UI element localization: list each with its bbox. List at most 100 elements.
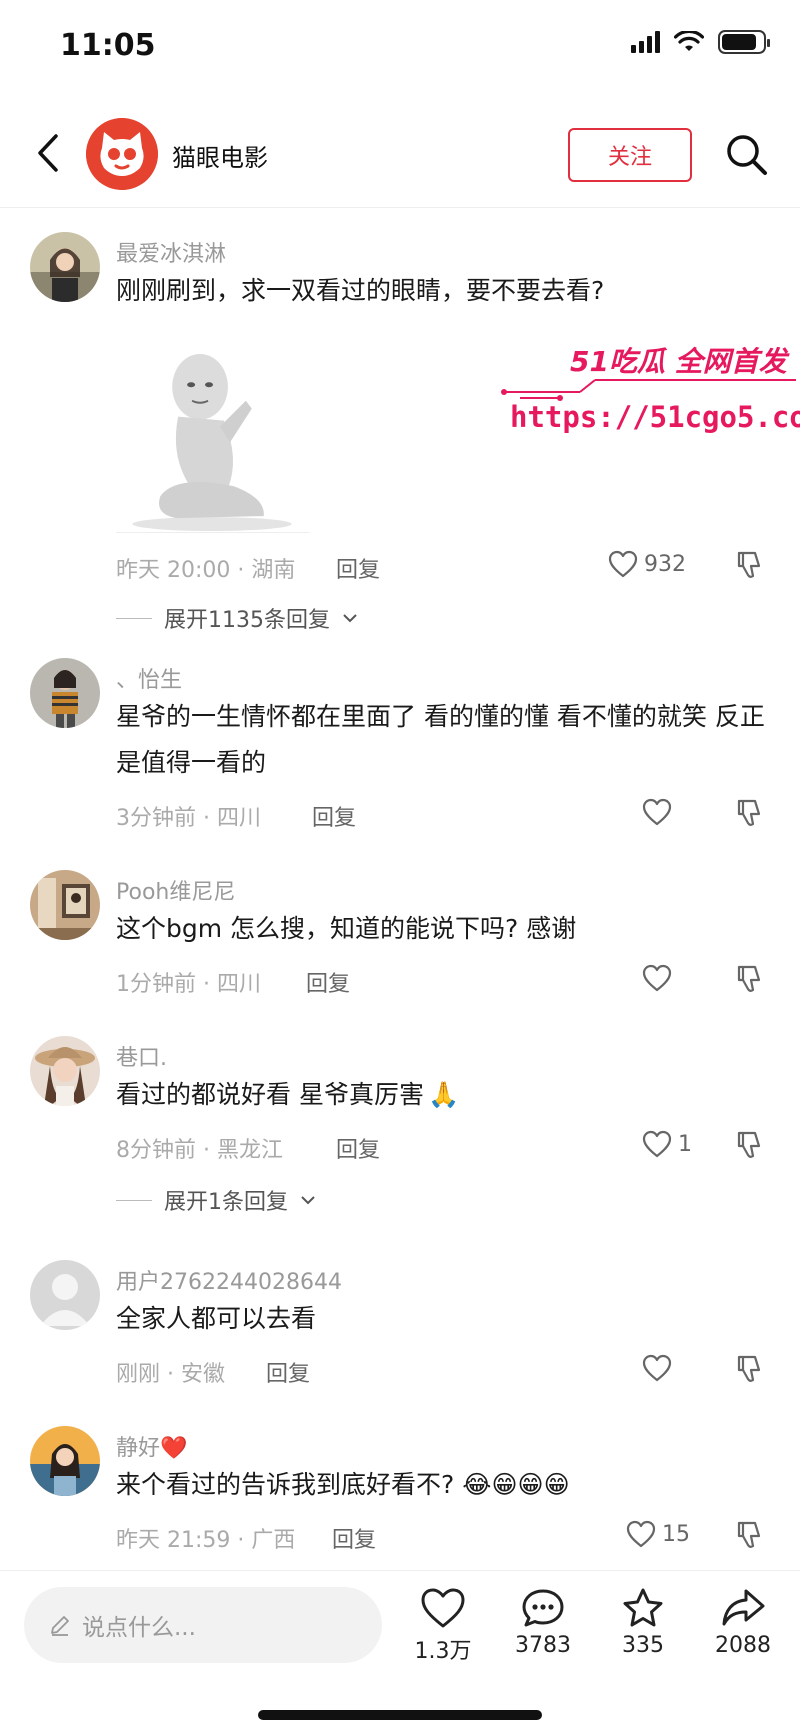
dislike-icon[interactable] [734, 1354, 764, 1384]
divider [116, 617, 152, 619]
comment-text-body: 来个看过的告诉我到底好看不? [116, 1470, 455, 1499]
status-time: 11:05 [60, 28, 156, 63]
comment-username[interactable]: 巷口. [116, 1040, 167, 1072]
reply-button[interactable]: 回复 [306, 966, 350, 998]
comment-username[interactable]: 最爱冰淇淋 [116, 236, 226, 268]
pencil-icon [51, 1616, 69, 1636]
reply-button[interactable]: 回复 [266, 1356, 310, 1388]
comment-meta: 1分钟前 · 四川 [116, 972, 261, 997]
like-button[interactable] [642, 798, 678, 826]
dislike-icon[interactable] [734, 1130, 764, 1160]
avatar[interactable] [30, 870, 100, 940]
comment-meta: 8分钟前 · 黑龙江 [116, 1138, 283, 1163]
home-indicator[interactable] [258, 1710, 542, 1720]
comment-username[interactable]: 静好❤️ [116, 1430, 187, 1462]
reply-button[interactable]: 回复 [336, 552, 380, 584]
battery-icon [718, 30, 770, 54]
back-arrow-icon[interactable] [28, 130, 68, 176]
red-heart-emoji: ❤️ [160, 1436, 188, 1461]
comment-meta: 昨天 21:59 · 广西 [116, 1528, 296, 1553]
avatar[interactable] [30, 658, 100, 728]
expand-replies-label: 展开1条回复 [164, 1190, 288, 1215]
share-action[interactable]: 2088 [698, 1587, 788, 1658]
like-button[interactable]: 15 [626, 1520, 690, 1548]
dislike-icon[interactable] [734, 1520, 764, 1550]
comment-bubble-icon [522, 1589, 564, 1627]
comment-meta: 3分钟前 · 四川 [116, 806, 261, 831]
avatar[interactable] [30, 1426, 100, 1496]
like-count: 1 [678, 1131, 692, 1157]
like-count: 932 [644, 551, 686, 577]
share-total: 2088 [715, 1633, 771, 1658]
comment-action[interactable]: 3783 [498, 1587, 588, 1658]
dislike-icon[interactable] [734, 550, 764, 580]
like-button[interactable] [642, 1354, 678, 1382]
comment-text: 这个bgm 怎么搜，知道的能说下吗? 感谢 [116, 914, 577, 943]
heart-icon [642, 798, 672, 826]
comment-username-text: 静好 [116, 1436, 161, 1461]
avatar[interactable] [30, 232, 100, 302]
comment-text: 刚刚刷到，求一双看过的眼睛，要不要去看? [116, 276, 605, 305]
chevron-down-icon [343, 614, 357, 623]
watermark-url: https://51cgo5.com [510, 400, 800, 434]
like-count: 15 [662, 1521, 690, 1547]
comment-username[interactable]: Pooh维尼尼 [116, 874, 235, 906]
like-button[interactable]: 932 [608, 550, 686, 578]
nav-header: 猫眼电影 关注 [0, 100, 800, 208]
comment-text: 看过的都说好看 星爷真厉害 🙏 [116, 1072, 766, 1118]
dislike-icon[interactable] [734, 964, 764, 994]
dislike-icon[interactable] [734, 798, 764, 828]
heart-icon [626, 1520, 656, 1548]
chevron-down-icon [301, 1196, 315, 1205]
comment-input-placeholder: 说点什么... [82, 1615, 196, 1641]
comment-meta: 昨天 20:00 · 湖南 [116, 558, 296, 583]
favorite-total: 335 [622, 1633, 664, 1658]
heart-icon [642, 1130, 672, 1158]
star-icon [623, 1588, 663, 1627]
expand-replies[interactable]: 展开1135条回复 [116, 602, 358, 634]
laughing-emoji-row: 😂😁😁😁 [462, 1470, 570, 1499]
comment-text: 全家人都可以去看 [116, 1304, 317, 1333]
like-total: 1.3万 [414, 1639, 472, 1664]
search-icon[interactable] [724, 132, 770, 178]
follow-button[interactable]: 关注 [568, 128, 692, 182]
heart-icon [642, 1354, 672, 1382]
favorite-action[interactable]: 335 [598, 1587, 688, 1658]
comment-text: 来个看过的告诉我到底好看不? 😂😁😁😁 [116, 1462, 766, 1508]
expand-replies-label: 展开1135条回复 [164, 608, 330, 633]
signal-icon [631, 31, 660, 53]
comment-username[interactable]: 用户2762244028644 [116, 1264, 342, 1296]
status-icons [631, 30, 770, 54]
comment-item: 用户2762244028644 全家人都可以去看 刚刚 · 安徽 回复 [0, 1260, 800, 1390]
comment-item: 、怡生 星爷的一生情怀都在里面了 看的懂的懂 看不懂的就笑 反正是值得一看的 3… [0, 658, 800, 831]
comment-total: 3783 [515, 1633, 571, 1658]
comment-text-body: 看过的都说好看 星爷真厉害 [116, 1080, 424, 1109]
reply-button[interactable]: 回复 [312, 800, 356, 832]
avatar[interactable] [30, 1260, 100, 1330]
like-button[interactable] [642, 964, 678, 992]
reply-button[interactable]: 回复 [336, 1132, 380, 1164]
like-button[interactable]: 1 [642, 1130, 692, 1158]
comment-input[interactable]: 说点什么... [24, 1587, 382, 1663]
expand-replies[interactable]: 展开1条回复 [116, 1184, 316, 1216]
watermark-line-1: 51吃瓜 全网首发 [570, 345, 787, 378]
reply-button[interactable]: 回复 [332, 1522, 376, 1554]
avatar[interactable] [30, 1036, 100, 1106]
wifi-icon [674, 31, 704, 51]
like-action[interactable]: 1.3万 [398, 1587, 488, 1665]
share-arrow-icon [722, 1589, 765, 1626]
channel-title[interactable]: 猫眼电影 [172, 138, 268, 173]
comment-username[interactable]: 、怡生 [116, 662, 182, 694]
heart-icon [642, 964, 672, 992]
status-bar: 11:05 [0, 0, 800, 100]
comment-meta: 刚刚 · 安徽 [116, 1362, 225, 1387]
divider [116, 1199, 152, 1201]
watermark: 51吃瓜 全网首发 https://51cgo5.com [500, 340, 800, 450]
maoyan-logo-icon[interactable] [86, 118, 158, 190]
comment-item: 巷口. 看过的都说好看 星爷真厉害 🙏 8分钟前 · 黑龙江 回复 1 展开1条回… [0, 1036, 800, 1236]
comment-item: 静好❤️ 来个看过的告诉我到底好看不? 😂😁😁😁 昨天 21:59 · 广西 回复… [0, 1426, 800, 1566]
praying-figure-sticker [116, 347, 309, 533]
bottom-action-bar: 说点什么... 1.3万 3783 335 2088 [0, 1570, 800, 1731]
heart-icon [608, 550, 638, 578]
praying-hands-emoji: 🙏 [427, 1080, 460, 1109]
